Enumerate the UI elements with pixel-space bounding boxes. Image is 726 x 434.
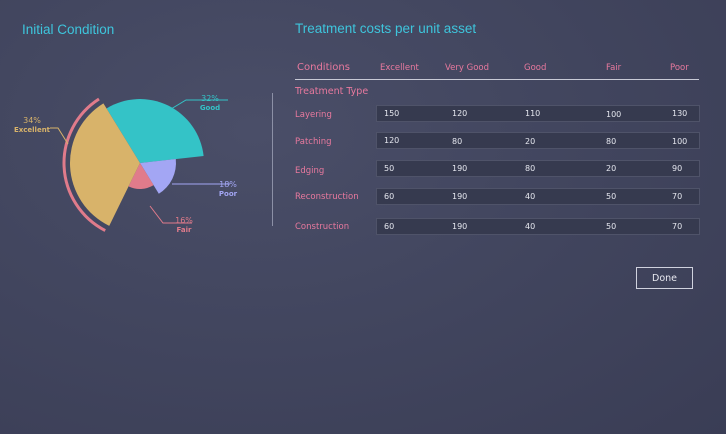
row-label-layering: Layering: [295, 110, 332, 120]
cost-input[interactable]: 80: [452, 137, 462, 146]
row-label-edging: Edging: [295, 166, 325, 176]
column-header-excellent: Excellent: [380, 63, 419, 73]
header-divider: [295, 79, 699, 80]
cost-input[interactable]: 60: [384, 192, 394, 201]
cost-input[interactable]: 20: [606, 164, 616, 173]
slice-name-label-good: Good: [200, 104, 220, 112]
column-header-poor: Poor: [670, 63, 689, 73]
cost-input[interactable]: 70: [672, 192, 682, 201]
row-label-patching: Patching: [295, 137, 332, 147]
table-row: [376, 188, 700, 205]
table-row: [376, 218, 700, 235]
leader-line-excellent: [50, 127, 69, 145]
cost-input[interactable]: 40: [525, 222, 535, 231]
slice-pct-label-excellent: 34%: [23, 116, 41, 125]
cost-input[interactable]: 190: [452, 192, 467, 201]
row-label-reconstruction: Reconstruction: [295, 192, 359, 202]
row-label-construction: Construction: [295, 222, 350, 232]
cost-input[interactable]: 100: [672, 137, 687, 146]
cost-input[interactable]: 90: [672, 164, 682, 173]
cost-input[interactable]: 100: [606, 110, 621, 119]
cost-input[interactable]: 110: [525, 109, 540, 118]
cost-input[interactable]: 40: [525, 192, 535, 201]
cost-input[interactable]: 50: [606, 222, 616, 231]
slice-pct-label-fair: 16%: [175, 216, 193, 225]
slice-pct-label-good: 32%: [201, 94, 219, 103]
cost-input[interactable]: 190: [452, 164, 467, 173]
column-header-very-good: Very Good: [445, 63, 489, 73]
vertical-divider: [272, 93, 273, 226]
column-header-good: Good: [524, 63, 547, 73]
cost-input[interactable]: 60: [384, 222, 394, 231]
conditions-header: Conditions: [297, 62, 350, 73]
condition-pie-chart: 32%Good 18%Poor 16%Fair 34%Excellent: [14, 94, 238, 234]
cost-input[interactable]: 80: [525, 164, 535, 173]
cost-input[interactable]: 150: [384, 109, 399, 118]
cost-input[interactable]: 80: [606, 137, 616, 146]
cost-input[interactable]: 50: [384, 164, 394, 173]
table-row: [376, 132, 700, 149]
cost-input[interactable]: 120: [384, 136, 399, 145]
cost-input[interactable]: 70: [672, 222, 682, 231]
cost-input[interactable]: 190: [452, 222, 467, 231]
initial-condition-title: Initial Condition: [22, 22, 115, 37]
cost-input[interactable]: 50: [606, 192, 616, 201]
slice-name-label-excellent: Excellent: [14, 126, 51, 134]
slice-pct-label-poor: 18%: [219, 180, 237, 189]
slice-name-label-fair: Fair: [177, 226, 192, 234]
cost-input[interactable]: 20: [525, 137, 535, 146]
table-row: [376, 160, 700, 177]
treatment-costs-title: Treatment costs per unit asset: [295, 21, 477, 36]
treatment-type-label: Treatment Type: [295, 86, 369, 97]
column-header-fair: Fair: [606, 63, 622, 73]
done-button[interactable]: Done: [636, 267, 693, 289]
cost-input[interactable]: 130: [672, 109, 687, 118]
slice-name-label-poor: Poor: [219, 190, 238, 198]
cost-input[interactable]: 120: [452, 109, 467, 118]
